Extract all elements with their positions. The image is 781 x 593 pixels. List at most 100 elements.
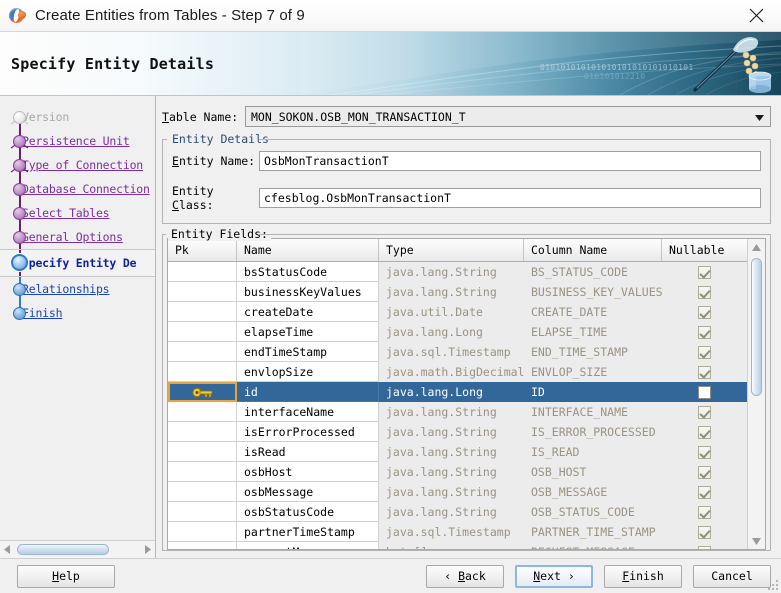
finish-button[interactable]: Finish	[604, 564, 682, 588]
cell-pk[interactable]	[168, 262, 237, 282]
nullable-checkbox[interactable]	[698, 265, 711, 279]
table-row[interactable]: envlopSize java.math.BigDecimal ENVLOP_SIZ…	[168, 362, 747, 382]
triangle-right-icon[interactable]	[140, 545, 155, 554]
table-row[interactable]: endTimeStamp java.sql.Timestamp END_TIME_S…	[168, 342, 747, 362]
cell-name[interactable]: bsStatusCode	[237, 262, 379, 282]
column-header-column-name[interactable]: Column Name	[524, 239, 662, 261]
cell-nullable[interactable]	[662, 522, 747, 542]
sidebar-step-label[interactable]: General Options	[22, 230, 123, 244]
sidebar-step-select-tables[interactable]: Select Tables	[0, 201, 155, 225]
cell-name[interactable]: partnerTimeStamp	[237, 522, 379, 542]
help-button[interactable]: Help	[17, 564, 115, 588]
entity-name-input[interactable]: OsbMonTransactionT	[259, 151, 761, 171]
sidebar-horizontal-scrollbar[interactable]	[0, 540, 155, 558]
cell-nullable[interactable]	[662, 342, 747, 362]
nullable-checkbox[interactable]	[698, 365, 711, 379]
sidebar-step-label[interactable]: Relationships	[22, 282, 110, 296]
sidebar-step-general-options[interactable]: General Options	[0, 225, 155, 249]
close-icon[interactable]	[743, 3, 769, 29]
cell-nullable[interactable]	[662, 322, 747, 342]
table-row[interactable]: isRead java.lang.String IS_READ	[168, 442, 747, 462]
cell-pk[interactable]	[168, 542, 237, 549]
cell-pk[interactable]	[168, 462, 237, 482]
cell-nullable[interactable]	[662, 502, 747, 522]
cell-name[interactable]: elapseTime	[237, 322, 379, 342]
cell-nullable[interactable]	[662, 402, 747, 422]
table-row[interactable]: osbMessage java.lang.String OSB_MESSAGE	[168, 482, 747, 502]
table-row[interactable]: osbHost java.lang.String OSB_HOST	[168, 462, 747, 482]
resize-grip-icon[interactable]	[767, 579, 779, 591]
cell-pk[interactable]	[168, 322, 237, 342]
cell-name[interactable]: isErrorProcessed	[237, 422, 379, 442]
cell-pk[interactable]	[168, 402, 237, 422]
triangle-up-icon[interactable]	[748, 239, 765, 255]
cell-nullable[interactable]	[662, 542, 747, 549]
chevron-down-icon[interactable]	[755, 110, 764, 124]
table-row[interactable]: createDate java.util.Date CREATE_DATE	[168, 302, 747, 322]
cell-pk[interactable]	[168, 502, 237, 522]
column-header-type[interactable]: Type	[379, 239, 524, 261]
sidebar-step-finish[interactable]: Finish	[0, 301, 155, 325]
sidebar-step-label[interactable]: Persistence Unit	[22, 134, 130, 148]
cell-pk[interactable]	[168, 282, 237, 302]
nullable-checkbox[interactable]	[698, 545, 711, 549]
nullable-checkbox[interactable]	[698, 385, 711, 399]
sidebar-step-label[interactable]: Type of Connection	[22, 158, 143, 172]
cell-name[interactable]: osbHost	[237, 462, 379, 482]
cell-name[interactable]: osbStatusCode	[237, 502, 379, 522]
sidebar-step-label[interactable]: Finish	[22, 306, 63, 320]
nullable-checkbox[interactable]	[698, 305, 711, 319]
sidebar-step-label[interactable]: Database Connection	[22, 182, 150, 196]
cell-pk[interactable]	[168, 302, 237, 322]
nullable-checkbox[interactable]	[698, 465, 711, 479]
nullable-checkbox[interactable]	[698, 485, 711, 499]
back-button[interactable]: ‹ Back	[426, 564, 504, 588]
column-header-pk[interactable]: Pk	[168, 239, 237, 261]
table-row[interactable]: interfaceName java.lang.String INTERFACE_N…	[168, 402, 747, 422]
table-row[interactable]: requestMessagebyte[]REQUEST_MESSAGE	[168, 542, 747, 549]
cell-pk[interactable]	[168, 522, 237, 542]
sidebar-scroll-thumb[interactable]	[17, 544, 109, 555]
cell-name[interactable]: requestMessage	[237, 542, 379, 549]
nullable-checkbox[interactable]	[698, 285, 711, 299]
sidebar-step-database-connection[interactable]: Database Connection	[0, 177, 155, 201]
cell-name[interactable]: osbMessage	[237, 482, 379, 502]
table-scroll-track[interactable]	[748, 255, 765, 533]
cancel-button[interactable]: Cancel	[693, 564, 771, 588]
cell-name[interactable]: createDate	[237, 302, 379, 322]
table-row[interactable]: partnerTimeStamp java.sql.Timestamp PARTNE…	[168, 522, 747, 542]
cell-name[interactable]: endTimeStamp	[237, 342, 379, 362]
cell-nullable[interactable]	[662, 462, 747, 482]
cell-name[interactable]: envlopSize	[237, 362, 379, 382]
cell-name[interactable]: id	[237, 382, 379, 402]
sidebar-scroll-track[interactable]	[15, 542, 140, 557]
cell-pk[interactable]	[168, 342, 237, 362]
cell-pk[interactable]	[168, 362, 237, 382]
table-row[interactable]: bsStatusCode java.lang.String BS_STATUS_CO…	[168, 262, 747, 282]
sidebar-step-type-of-connection[interactable]: Type of Connection	[0, 153, 155, 177]
nullable-checkbox[interactable]	[698, 405, 711, 419]
table-scroll-thumb[interactable]	[751, 258, 762, 396]
cell-nullable[interactable]	[662, 282, 747, 302]
cell-pk[interactable]	[168, 422, 237, 442]
table-name-combobox[interactable]: MON_SOKON.OSB_MON_TRANSACTION_T	[245, 106, 771, 127]
cell-pk[interactable]	[168, 442, 237, 462]
table-row[interactable]: id java.lang.Long ID	[168, 382, 747, 402]
cell-nullable[interactable]	[662, 262, 747, 282]
triangle-left-icon[interactable]	[0, 545, 15, 554]
column-header-name[interactable]: Name	[237, 239, 379, 261]
cell-nullable[interactable]	[662, 302, 747, 322]
next-button[interactable]: Next ›	[515, 564, 593, 588]
cell-pk[interactable]	[168, 482, 237, 502]
column-header-nullable[interactable]: Nullable	[662, 239, 747, 261]
sidebar-step-persistence-unit[interactable]: Persistence Unit	[0, 129, 155, 153]
cell-pk[interactable]	[168, 382, 237, 402]
entity-class-input[interactable]: cfesblog.OsbMonTransactionT	[259, 188, 761, 208]
nullable-checkbox[interactable]	[698, 505, 711, 519]
table-row[interactable]: businessKeyValues java.lang.String BUSINES…	[168, 282, 747, 302]
nullable-checkbox[interactable]	[698, 425, 711, 439]
cell-name[interactable]: isRead	[237, 442, 379, 462]
table-vertical-scrollbar[interactable]	[747, 239, 765, 549]
cell-nullable[interactable]	[662, 362, 747, 382]
nullable-checkbox[interactable]	[698, 525, 711, 539]
